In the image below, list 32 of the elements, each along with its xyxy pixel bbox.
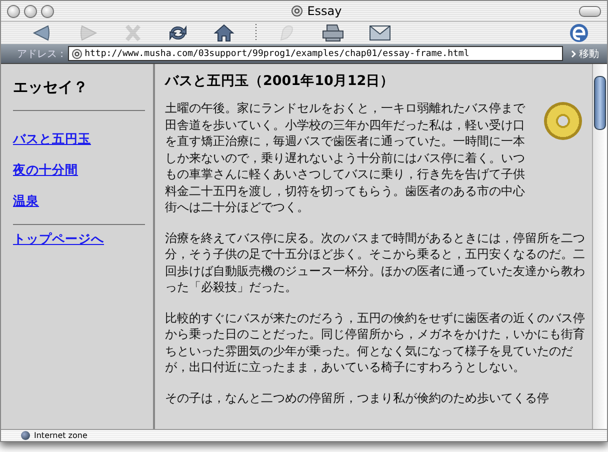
article-title: バスと五円玉（2001年10月12日） xyxy=(165,72,396,90)
minimize-button[interactable] xyxy=(24,4,37,18)
scrollbar-thumb[interactable] xyxy=(594,76,606,130)
sidebar-title: エッセイ？ xyxy=(13,78,89,97)
status-text: Internet zone xyxy=(34,431,88,440)
essay-link[interactable]: 温泉 xyxy=(13,193,39,210)
essay-link[interactable]: 夜の十分間 xyxy=(13,162,78,179)
go-button[interactable]: 移動 xyxy=(567,46,603,60)
refresh-icon[interactable] xyxy=(167,24,189,42)
printer-icon[interactable] xyxy=(321,24,345,42)
address-label: アドレス : xyxy=(17,48,64,60)
scrollbar[interactable] xyxy=(592,64,607,429)
article-paragraph: 治療を終えてバス停に戻る。次のバスまで時間があるときには，停留所を二つ分，そう子供の足で十五分ほど歩く。そこから乗ると，五円安くなるのだ。二回歩けば自動販売機のジュース一杯分。ほかの医者に通っていた友達から教わった「必殺技」だった。 xyxy=(165,230,586,296)
window-title: Essay xyxy=(307,4,342,18)
address-field[interactable]: http://www.musha.com/03support/99prog1/examples/chap01/essay-frame.html xyxy=(68,46,563,61)
coin-photo xyxy=(544,102,582,140)
globe-icon xyxy=(21,431,30,440)
article-paragraph: 比較的すぐにバスが来たのだろう，五円の倹約をせずに歯医者の近くのバス停から乗った日のことだった。同じ停留所から，メガネをかけた，いかにも街育ちといった雰囲気の少年が乗った。何となく気になって様子を見ていたのだが，出口付近に立ったまま，あいている椅子にすわろうとしない。 xyxy=(165,310,586,376)
browser-logo-icon xyxy=(569,23,589,43)
at-sign-icon xyxy=(291,5,304,17)
article-paragraph: その子は，なんと二つめの停留所，つまり私が倹約のため歩いてくる停 xyxy=(165,390,550,406)
toolbar-separator-icon xyxy=(255,24,257,42)
close-button[interactable] xyxy=(7,4,20,18)
zoom-button[interactable] xyxy=(41,4,54,18)
at-sign-icon xyxy=(72,48,82,58)
toolbar-toggle-button[interactable] xyxy=(579,6,601,16)
article-paragraph: 土曜の午後。家にランドセルをおくと，一キロ弱離れたバス停まで田舎道を歩いていく。小学校の三年か四年だった私は，軽い受け口を直す矯正治療に，毎週バスで歯医者に通っていた。一時間に一本しか来ないので，乗り遅れないよう十分前にはバス停に着く。いつもの車掌さんに軽くあいさつしてバスに乗り，行き先を告げて子供料金二十五円を渡し，切符を切ってもらう。歯医者のある市の中心街へは二十分ほどでつく。 xyxy=(165,100,526,216)
essay-link[interactable]: バスと五円玉 xyxy=(13,131,91,148)
chevron-icon xyxy=(571,50,576,58)
envelope-icon[interactable] xyxy=(369,25,391,41)
top-page-link[interactable]: トップページへ xyxy=(13,231,104,248)
home-icon[interactable] xyxy=(213,24,235,42)
